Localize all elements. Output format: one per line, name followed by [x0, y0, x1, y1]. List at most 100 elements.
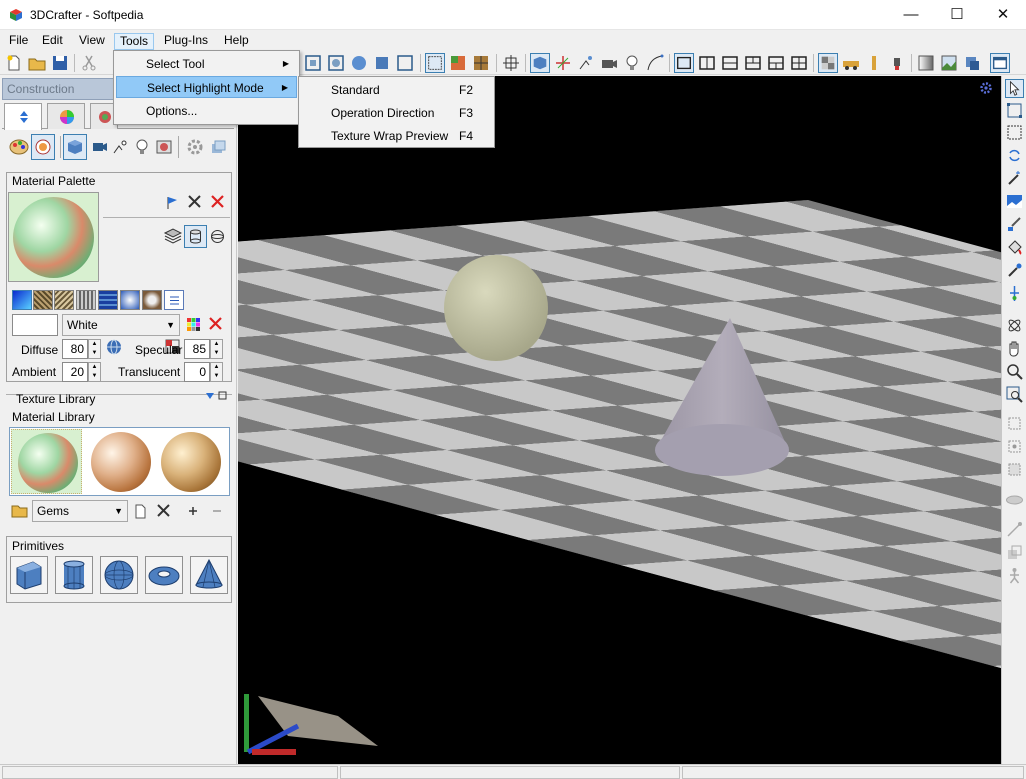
- open-folder-icon[interactable]: [11, 503, 28, 518]
- object-material-button[interactable]: [63, 134, 87, 160]
- axis-icon[interactable]: [553, 53, 573, 73]
- new-material-icon[interactable]: [134, 504, 147, 519]
- move-pivot-icon[interactable]: [1005, 284, 1024, 303]
- collapse-icon[interactable]: [205, 392, 215, 400]
- color-grid-icon[interactable]: [186, 317, 201, 332]
- bone-tool-icon[interactable]: [1005, 520, 1024, 539]
- gradient-background-icon[interactable]: [916, 53, 936, 73]
- pin-icon[interactable]: [218, 391, 227, 400]
- menu-item-options[interactable]: Options...: [116, 100, 297, 122]
- single-view-icon[interactable]: [674, 53, 694, 73]
- close-icon[interactable]: [187, 194, 202, 209]
- texture-material-icon[interactable]: [155, 138, 173, 156]
- object-mode-icon[interactable]: [530, 53, 550, 73]
- menu-item-operation-direction[interactable]: Operation Direction F3: [301, 102, 492, 124]
- minimize-button[interactable]: —: [888, 0, 934, 30]
- 3d-viewport[interactable]: [238, 76, 1001, 764]
- specular-spinner[interactable]: ▲ ▼: [210, 339, 223, 359]
- menu-item-standard[interactable]: Standard F2: [301, 79, 492, 101]
- globe-icon[interactable]: [106, 339, 122, 355]
- material-library-item[interactable]: [11, 429, 82, 494]
- path-icon[interactable]: [645, 53, 665, 73]
- zoom-selection-icon[interactable]: [326, 53, 346, 73]
- material-type-reflect[interactable]: [120, 290, 140, 310]
- edge-select-icon[interactable]: [1005, 437, 1024, 456]
- figure-icon[interactable]: [887, 53, 907, 73]
- menu-help[interactable]: Help: [219, 33, 254, 50]
- cylinder-tool-icon[interactable]: [864, 53, 884, 73]
- orbit-icon[interactable]: [1005, 316, 1024, 335]
- rotate-icon[interactable]: [1005, 146, 1024, 165]
- color-select[interactable]: White ▼: [62, 314, 180, 336]
- material-type-color[interactable]: [12, 290, 32, 310]
- menu-plugins[interactable]: Plug-Ins: [159, 33, 213, 50]
- menu-edit[interactable]: Edit: [37, 33, 68, 50]
- camera-icon[interactable]: [599, 53, 619, 73]
- gear-icon[interactable]: [186, 138, 204, 156]
- light-tool-icon[interactable]: [576, 53, 596, 73]
- zoom-icon[interactable]: [1005, 362, 1024, 381]
- open-folder-icon[interactable]: [27, 53, 47, 73]
- landscape-icon[interactable]: [1005, 192, 1024, 211]
- image-background-icon[interactable]: [939, 53, 959, 73]
- material-paint-button[interactable]: [31, 134, 55, 160]
- material-preview[interactable]: [8, 192, 99, 282]
- two-horizontal-view-icon[interactable]: [720, 53, 740, 73]
- eyedropper-icon[interactable]: [1005, 261, 1024, 280]
- bulb-icon[interactable]: [622, 53, 642, 73]
- three-view-icon[interactable]: [743, 53, 763, 73]
- save-icon[interactable]: [50, 53, 70, 73]
- viewport-window-icon[interactable]: [990, 53, 1010, 73]
- vehicle-icon[interactable]: [841, 53, 861, 73]
- zoom-object-icon[interactable]: [372, 53, 392, 73]
- primitive-torus-button[interactable]: [145, 556, 183, 594]
- menu-item-select-tool[interactable]: Select Tool ▶: [116, 53, 297, 75]
- ambient-spinner[interactable]: ▲ ▼: [88, 362, 101, 382]
- material-type-glass[interactable]: [98, 290, 118, 310]
- menu-tools[interactable]: Tools: [114, 33, 155, 50]
- ambient-input[interactable]: 20: [62, 362, 88, 382]
- brush-icon[interactable]: [1005, 215, 1024, 234]
- delete-icon[interactable]: [210, 194, 225, 209]
- primitive-cone-button[interactable]: [190, 556, 228, 594]
- primitive-sphere-button[interactable]: [100, 556, 138, 594]
- paint-bucket-icon[interactable]: [1005, 238, 1024, 257]
- zoom-in-icon[interactable]: [188, 506, 198, 516]
- texture-library-label[interactable]: Texture Library: [16, 392, 95, 406]
- checker-floor-icon[interactable]: [818, 53, 838, 73]
- material-type-texture-2[interactable]: [54, 290, 74, 310]
- menu-view[interactable]: View: [74, 33, 110, 50]
- flag-icon[interactable]: [165, 195, 180, 210]
- material-type-list[interactable]: [164, 290, 184, 310]
- delete-material-icon[interactable]: [157, 504, 170, 517]
- maximize-button[interactable]: ☐: [934, 0, 980, 30]
- vertex-select-icon[interactable]: [1005, 414, 1024, 433]
- zoom-region-icon[interactable]: [1005, 385, 1024, 404]
- frame-icon[interactable]: [395, 53, 415, 73]
- primitive-cylinder-button[interactable]: [55, 556, 93, 594]
- three-view-alt-icon[interactable]: [766, 53, 786, 73]
- new-file-icon[interactable]: [4, 53, 24, 73]
- magic-wand-icon[interactable]: [1005, 169, 1024, 188]
- camera-material-icon[interactable]: [91, 138, 109, 156]
- translucent-spinner[interactable]: ▲ ▼: [210, 362, 223, 382]
- sphere-object[interactable]: [444, 255, 548, 361]
- pointer-tool-icon[interactable]: [1005, 79, 1024, 98]
- menu-file[interactable]: File: [4, 33, 33, 50]
- figure-tool-icon[interactable]: [1005, 566, 1024, 585]
- close-button[interactable]: ✕: [980, 0, 1026, 30]
- palette-icon[interactable]: [8, 136, 30, 158]
- primitive-cube-button[interactable]: [10, 556, 48, 594]
- material-type-texture-1[interactable]: [33, 290, 53, 310]
- ellipse-tool-icon[interactable]: [1005, 490, 1024, 509]
- marquee-icon[interactable]: [1005, 123, 1024, 142]
- hand-pan-icon[interactable]: [1005, 339, 1024, 358]
- material-type-environment[interactable]: [142, 290, 162, 310]
- cut-icon[interactable]: [79, 53, 99, 73]
- translucent-input[interactable]: 0: [184, 362, 210, 382]
- select-box-icon[interactable]: [1005, 101, 1024, 120]
- wrap-planar-icon[interactable]: [163, 227, 182, 246]
- tab-materials[interactable]: [47, 103, 85, 129]
- diffuse-spinner[interactable]: ▲ ▼: [88, 339, 101, 359]
- skin-tool-icon[interactable]: [1005, 543, 1024, 562]
